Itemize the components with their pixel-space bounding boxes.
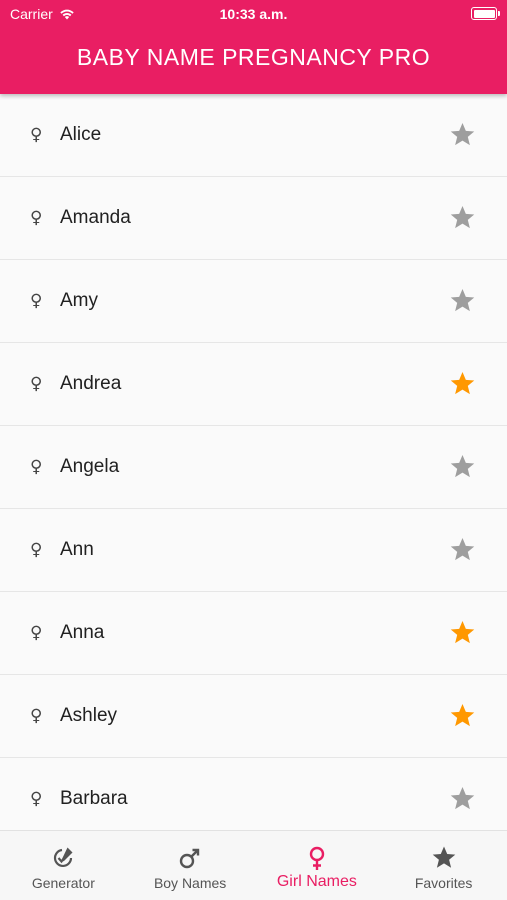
favorite-star-icon-filled[interactable]	[449, 703, 476, 730]
female-icon	[309, 846, 325, 870]
female-icon: ♀	[30, 540, 43, 560]
favorite-star-icon-filled[interactable]	[449, 620, 476, 647]
favorite-star-icon[interactable]	[449, 786, 476, 813]
list-item[interactable]: ♀ Ann	[0, 509, 507, 592]
name-label: Ann	[60, 539, 94, 560]
name-label: Barbara	[60, 788, 128, 809]
favorite-star-icon[interactable]	[449, 537, 476, 564]
tab-girl-names[interactable]: Girl Names	[254, 831, 381, 900]
bottom-tab-bar: Generator Boy Names Girl Names Favorites	[0, 830, 507, 900]
female-icon: ♀	[30, 125, 43, 145]
girl-names-list[interactable]: ♀ Alice ♀ Amanda ♀ Amy ♀ Andrea ♀ Angela ♀ Ann ♀ Anna…	[0, 94, 507, 830]
list-item[interactable]: ♀ Amy	[0, 260, 507, 343]
favorite-star-icon[interactable]	[449, 288, 476, 315]
favorite-star-icon[interactable]	[449, 454, 476, 481]
female-icon: ♀	[30, 706, 43, 726]
tab-label: Favorites	[414, 875, 473, 891]
female-icon: ♀	[30, 789, 43, 809]
tab-label: Girl Names	[276, 873, 357, 890]
female-icon: ♀	[30, 208, 43, 228]
tab-boy-names[interactable]: Boy Names	[127, 831, 254, 900]
favorite-star-icon[interactable]	[449, 122, 476, 149]
list-item[interactable]: ♀ Amanda	[0, 177, 507, 260]
tab-generator[interactable]: Generator	[0, 831, 127, 900]
list-item[interactable]: ♀ Barbara	[0, 758, 507, 830]
list-item[interactable]: ♀ Ashley	[0, 675, 507, 758]
female-icon: ♀	[30, 374, 43, 394]
male-icon	[179, 848, 200, 869]
female-icon: ♀	[30, 623, 43, 643]
list-item[interactable]: ♀ Andrea	[0, 343, 507, 426]
star-icon	[432, 846, 455, 868]
name-label: Angela	[60, 456, 120, 477]
page-title: BABY NAME PREGNANCY PRO	[76, 44, 431, 70]
tab-favorites[interactable]: Favorites	[380, 831, 507, 900]
favorite-star-icon-filled[interactable]	[449, 371, 476, 398]
tab-label: Generator	[31, 875, 95, 891]
battery-icon	[471, 7, 500, 20]
name-label: Ashley	[60, 705, 118, 726]
list-item[interactable]: ♀ Angela	[0, 426, 507, 509]
list-item[interactable]: ♀ Anna	[0, 592, 507, 675]
status-bar: Carrier 10:33 a.m.	[0, 0, 507, 28]
status-time: 10:33 a.m.	[219, 6, 288, 22]
app-header: Carrier 10:33 a.m. BABY NAME PREGNANCY P…	[0, 0, 507, 94]
favorite-star-icon[interactable]	[449, 205, 476, 232]
list-item[interactable]: ♀ Alice	[0, 94, 507, 177]
tab-label: Boy Names	[153, 875, 227, 891]
name-label: Anna	[60, 622, 105, 643]
name-label: Alice	[60, 124, 102, 145]
name-label: Amanda	[60, 207, 131, 228]
name-label: Amy	[60, 290, 98, 311]
female-icon: ♀	[30, 457, 43, 477]
name-label: Andrea	[60, 373, 122, 394]
generator-icon	[54, 847, 73, 867]
female-icon: ♀	[30, 291, 43, 311]
